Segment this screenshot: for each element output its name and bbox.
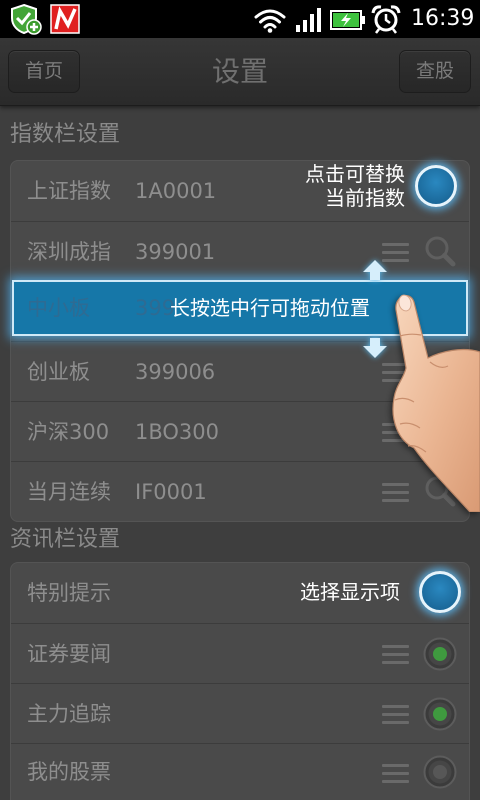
shield-plus-icon	[11, 3, 42, 35]
index-row[interactable]: 深圳成指 399001	[11, 221, 469, 281]
alarm-clock-icon	[371, 5, 401, 34]
drag-tip: 长按选中行可拖动位置	[170, 296, 370, 320]
radio-button[interactable]	[423, 637, 457, 671]
battery-charging-icon	[330, 10, 365, 30]
drag-handle-icon[interactable]	[382, 705, 409, 724]
index-code: 1A0001	[135, 179, 217, 203]
pointing-hand-icon	[392, 294, 480, 512]
news-row[interactable]: 我的股票	[11, 743, 469, 800]
index-section-title: 指数栏设置	[10, 122, 121, 147]
status-bar: 16:39	[0, 0, 480, 38]
news-item-name: 我的股票	[27, 760, 111, 784]
index-name: 上证指数	[27, 179, 111, 203]
status-time: 16:39	[411, 6, 475, 31]
news-item-name: 特别提示	[27, 581, 111, 605]
index-name: 沪深300	[27, 420, 110, 444]
radio-button[interactable]	[423, 697, 457, 731]
wifi-icon	[254, 9, 286, 33]
index-name: 深圳成指	[27, 240, 111, 264]
home-button[interactable]: 首页	[8, 50, 80, 93]
index-code: IF0001	[135, 480, 207, 504]
replace-index-tip: 点击可替换 当前指数	[305, 162, 405, 210]
search-icon[interactable]	[422, 233, 458, 269]
news-item-name: 主力追踪	[27, 702, 111, 726]
news-row[interactable]: 主力追踪	[11, 683, 469, 743]
news-section-title: 资讯栏设置	[10, 527, 121, 552]
stock-app-icon	[50, 4, 80, 34]
drag-handle-icon[interactable]	[382, 645, 409, 664]
news-item-name: 证券要闻	[27, 642, 111, 666]
index-code: 399001	[135, 240, 216, 264]
index-code: 399006	[135, 360, 216, 384]
replace-tip-line: 当前指数	[325, 186, 405, 210]
radio-button[interactable]	[423, 755, 457, 789]
index-name: 创业板	[27, 360, 90, 384]
news-settings-list: 特别提示 证券要闻 主力追踪 我的股票	[10, 562, 470, 800]
index-name: 当月连续	[27, 480, 111, 504]
select-item-highlight[interactable]	[419, 571, 461, 613]
header-bar: 设置 首页 查股	[0, 38, 480, 106]
signal-icon	[296, 8, 321, 32]
move-arrows-icon	[363, 260, 387, 358]
index-name: 中小板	[27, 296, 90, 320]
stock-query-button[interactable]: 查股	[399, 50, 471, 93]
news-row[interactable]: 特别提示	[11, 563, 469, 623]
news-row[interactable]: 证券要闻	[11, 623, 469, 683]
replace-tip-line: 点击可替换	[305, 162, 405, 186]
drag-handle-icon[interactable]	[382, 764, 409, 783]
replace-index-highlight[interactable]	[415, 165, 457, 207]
select-item-tip: 选择显示项	[300, 580, 400, 604]
index-code: 1BO300	[135, 420, 220, 444]
